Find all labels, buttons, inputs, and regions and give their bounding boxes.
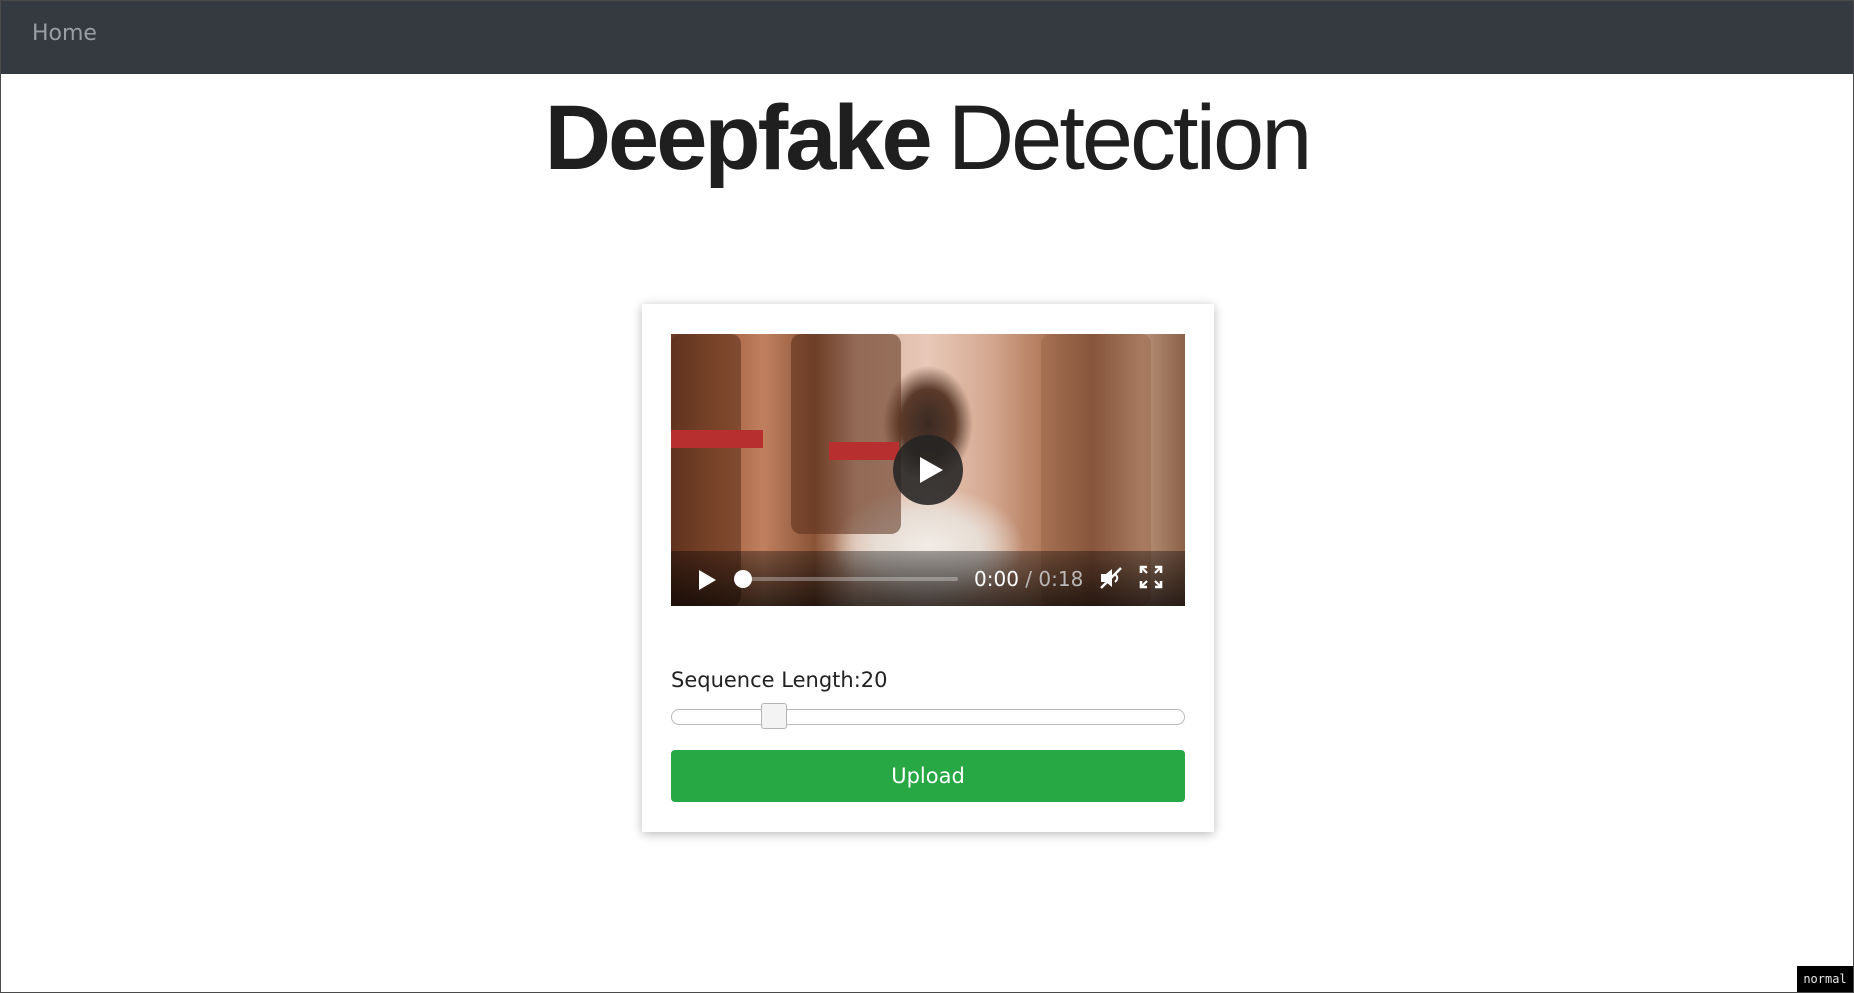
video-thumbnail-figure-center-left [791, 334, 901, 534]
video-controls: 0:00 / 0:18 [671, 551, 1185, 606]
fullscreen-icon[interactable] [1139, 565, 1163, 589]
page-title: Deepfake Detection [1, 83, 1853, 193]
duration: 0:18 [1038, 567, 1084, 591]
upload-card: 0:00 / 0:18 Sequence Length:20 Upload [642, 304, 1214, 832]
seek-bar[interactable] [734, 570, 958, 588]
slider-thumb[interactable] [761, 703, 788, 729]
video-thumbnail-sash-left [671, 430, 763, 448]
sequence-value: 20 [860, 668, 888, 692]
video-player[interactable]: 0:00 / 0:18 [671, 334, 1185, 606]
play-icon[interactable] [699, 570, 716, 590]
navbar: Home [1, 1, 1853, 74]
seek-knob[interactable] [734, 570, 752, 588]
title-bold-word: Deepfake [544, 87, 933, 189]
video-thumbnail-sash-center [829, 442, 899, 460]
title-light-word: Detection [947, 87, 1313, 189]
mute-icon[interactable] [1098, 565, 1124, 591]
sequence-length-label: Sequence Length:20 [671, 668, 888, 692]
big-play-button[interactable] [893, 435, 963, 505]
time-display: 0:00 / 0:18 [974, 567, 1083, 591]
mode-indicator: normal [1797, 966, 1853, 992]
sequence-label-text: Sequence Length: [671, 668, 861, 692]
sequence-length-slider[interactable] [671, 703, 1185, 729]
time-separator: / [1025, 567, 1033, 591]
current-time: 0:00 [974, 567, 1019, 591]
upload-button[interactable]: Upload [671, 750, 1185, 802]
nav-home-link[interactable]: Home [32, 21, 97, 46]
